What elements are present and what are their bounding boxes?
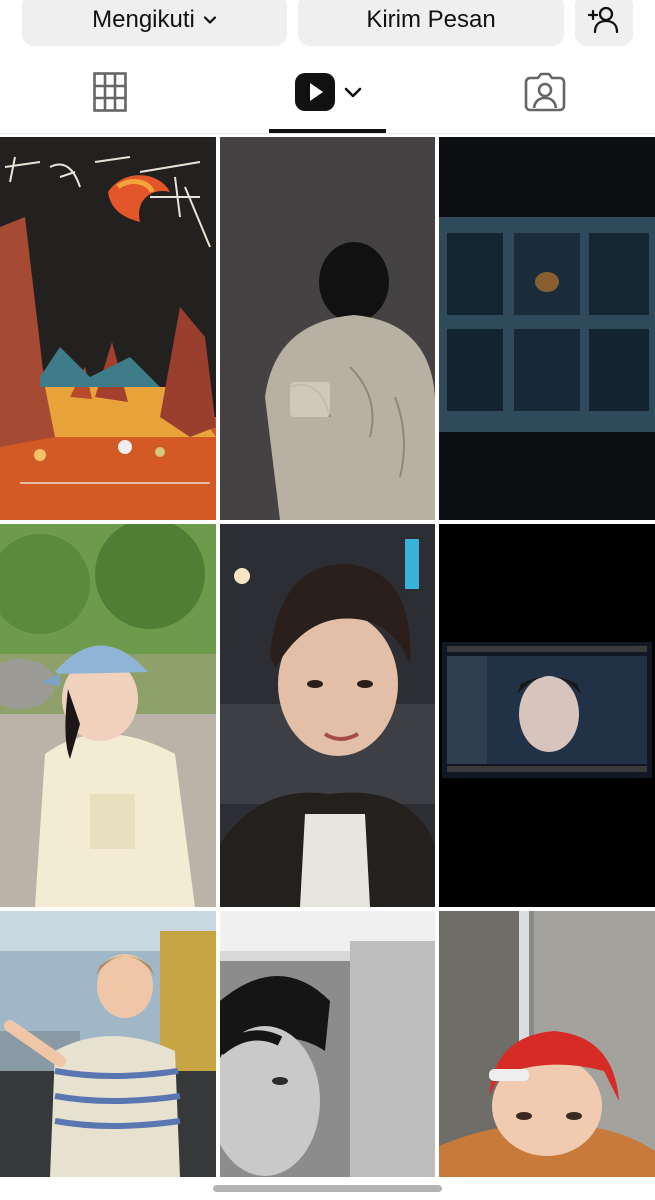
tab-tagged[interactable] <box>490 50 600 134</box>
dark-window-image <box>439 137 655 520</box>
chevron-down-icon <box>203 16 216 24</box>
reel-thumbnail[interactable] <box>439 911 655 1177</box>
reel-thumbnail[interactable] <box>439 524 655 907</box>
grid-icon <box>93 72 127 112</box>
reels-dropdown-chevron-icon[interactable] <box>344 85 362 99</box>
active-tab-indicator <box>269 129 386 133</box>
person-car-sweater-image <box>0 911 216 1177</box>
reel-thumbnail[interactable] <box>0 137 216 520</box>
person-red-cap-image <box>439 911 655 1177</box>
send-message-button[interactable]: Kirim Pesan <box>298 0 564 46</box>
person-outdoor-cap-image <box>0 524 216 907</box>
reels-play-icon <box>294 73 335 111</box>
profile-action-bar: Mengikuti Kirim Pesan <box>0 0 655 50</box>
camera-monitor-image <box>439 524 655 907</box>
reel-thumbnail[interactable] <box>220 137 435 520</box>
reel-thumbnail[interactable] <box>220 911 435 1177</box>
reels-grid <box>0 137 655 1177</box>
following-label: Mengikuti <box>92 6 195 33</box>
person-night-selfie-image <box>220 524 435 907</box>
send-message-label: Kirim Pesan <box>366 6 496 33</box>
reel-thumbnail[interactable] <box>439 137 655 520</box>
home-indicator <box>213 1185 442 1192</box>
tab-reels[interactable] <box>269 50 386 134</box>
reel-thumbnail[interactable] <box>0 911 216 1177</box>
tab-posts-grid[interactable] <box>55 50 165 134</box>
add-user-button[interactable] <box>575 0 633 46</box>
reel-thumbnail[interactable] <box>0 524 216 907</box>
poster-illustration-image <box>0 137 216 520</box>
following-button[interactable]: Mengikuti <box>22 0 287 46</box>
profile-content-tabs <box>0 50 655 134</box>
person-bw-image <box>220 911 435 1177</box>
person-back-view-image <box>220 137 435 520</box>
tagged-person-icon <box>524 72 566 112</box>
person-add-icon <box>588 6 619 34</box>
reel-thumbnail[interactable] <box>220 524 435 907</box>
